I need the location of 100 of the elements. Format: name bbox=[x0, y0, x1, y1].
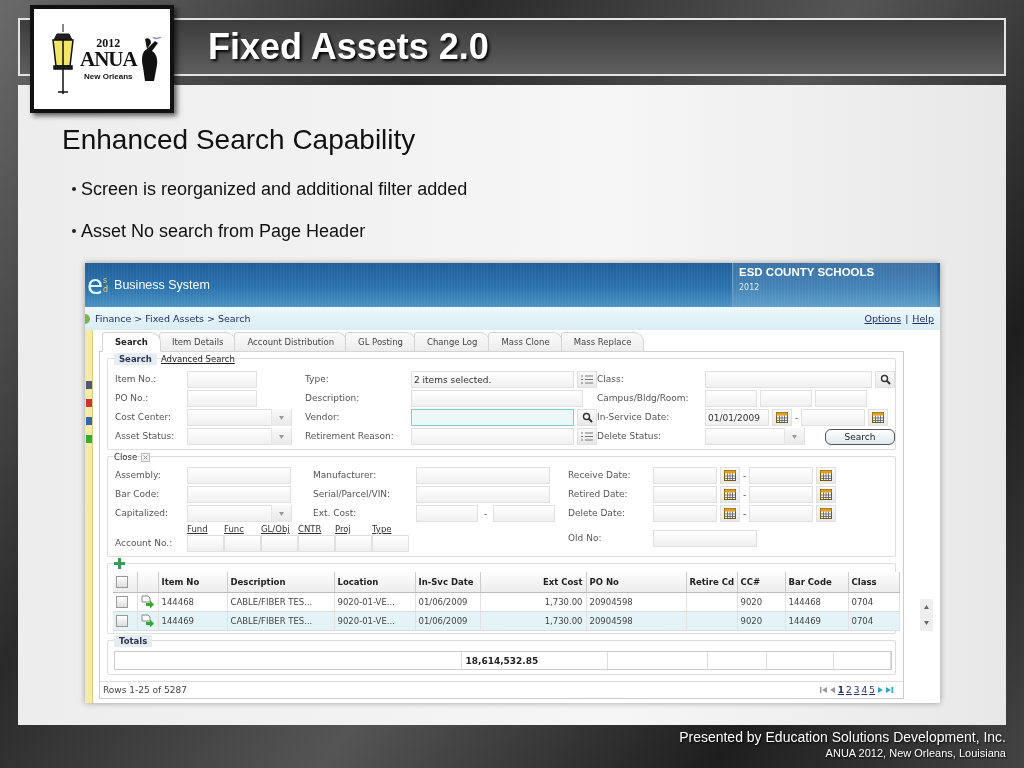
segment-field[interactable] bbox=[335, 535, 372, 552]
lookup-button[interactable] bbox=[577, 409, 597, 426]
text-field[interactable] bbox=[187, 371, 257, 388]
search-icon[interactable] bbox=[581, 412, 593, 423]
date-field[interactable]: 01/01/2009 bbox=[705, 409, 769, 426]
table-row[interactable]: 144469 CABLE/FIBER TES... 9020-01-VE... 01/06/2009 1,730.00 20904598 9020 144469 0704 bbox=[113, 611, 899, 631]
segment-link[interactable]: Func bbox=[224, 524, 261, 535]
list-icon[interactable] bbox=[581, 432, 593, 441]
column-header[interactable]: Description bbox=[227, 572, 334, 593]
page-link[interactable]: 5 bbox=[869, 685, 875, 695]
calendar-button[interactable] bbox=[772, 409, 792, 426]
segment-field[interactable] bbox=[298, 535, 335, 552]
calendar-icon[interactable] bbox=[776, 412, 788, 423]
column-header[interactable]: Item No bbox=[158, 572, 227, 593]
date-field[interactable] bbox=[801, 409, 866, 426]
column-header[interactable]: Class bbox=[848, 572, 899, 593]
calendar-button[interactable] bbox=[816, 467, 837, 484]
dropdown[interactable] bbox=[187, 409, 292, 426]
calendar-icon[interactable] bbox=[820, 508, 833, 519]
section-tab[interactable]: Search bbox=[114, 353, 157, 365]
close-link[interactable]: Close bbox=[114, 451, 138, 463]
date-field[interactable] bbox=[749, 486, 814, 503]
list-icon[interactable] bbox=[581, 375, 593, 384]
add-icon[interactable] bbox=[114, 558, 125, 569]
segment-field[interactable] bbox=[187, 535, 224, 552]
campus-field[interactable] bbox=[705, 390, 757, 407]
lookup-field[interactable] bbox=[705, 371, 872, 388]
tab[interactable]: Item Details bbox=[158, 332, 237, 352]
column-header[interactable]: In-Svc Date bbox=[415, 572, 480, 593]
column-header[interactable]: Retire Cd bbox=[686, 572, 737, 593]
help-link[interactable]: Help bbox=[912, 313, 934, 324]
room-field[interactable] bbox=[815, 390, 867, 407]
scroll-up-icon[interactable] bbox=[923, 604, 930, 610]
advanced-search-link[interactable]: Advanced Search bbox=[160, 354, 235, 364]
calendar-button[interactable] bbox=[720, 505, 740, 522]
tab[interactable]: Mass Clone bbox=[488, 332, 563, 352]
triangle-icon[interactable] bbox=[278, 414, 285, 421]
page-link[interactable]: 2 bbox=[846, 685, 852, 695]
lookup-button[interactable] bbox=[875, 371, 895, 388]
close-icon[interactable] bbox=[141, 452, 151, 462]
scroll-down-icon[interactable] bbox=[923, 620, 930, 626]
lookup-field[interactable] bbox=[411, 409, 574, 426]
checkbox[interactable] bbox=[116, 576, 128, 588]
date-field[interactable] bbox=[653, 505, 717, 522]
tab[interactable]: Account Distribution bbox=[234, 332, 348, 352]
list-button[interactable] bbox=[577, 428, 597, 445]
checkbox[interactable] bbox=[116, 615, 128, 627]
previous-page-icon[interactable] bbox=[828, 687, 836, 693]
multi-select-field[interactable]: 2 items selected. bbox=[411, 371, 574, 388]
calendar-button[interactable] bbox=[720, 486, 740, 503]
open-record-icon[interactable] bbox=[140, 613, 155, 627]
column-header[interactable]: Location bbox=[334, 572, 415, 593]
last-page-icon[interactable] bbox=[886, 687, 893, 693]
page-link[interactable]: 1 bbox=[837, 685, 845, 695]
segment-link[interactable]: Fund bbox=[187, 524, 224, 535]
tab[interactable]: GL Posting bbox=[345, 332, 416, 352]
text-field[interactable] bbox=[187, 486, 291, 503]
calendar-button[interactable] bbox=[816, 486, 837, 503]
text-field[interactable] bbox=[653, 529, 757, 547]
options-link[interactable]: Options bbox=[864, 313, 902, 324]
calendar-button[interactable] bbox=[720, 467, 740, 484]
date-field[interactable] bbox=[653, 486, 717, 503]
date-field[interactable] bbox=[749, 467, 814, 484]
page-link[interactable]: 4 bbox=[861, 685, 868, 695]
list-button[interactable] bbox=[577, 371, 597, 388]
segment-link[interactable]: Type bbox=[372, 524, 409, 535]
date-field[interactable] bbox=[653, 467, 717, 484]
multi-select-field[interactable] bbox=[411, 428, 574, 445]
column-header[interactable]: Ext Cost bbox=[480, 572, 586, 593]
tab[interactable]: Mass Replace bbox=[560, 332, 645, 352]
segment-field[interactable] bbox=[372, 535, 409, 552]
search-button[interactable]: Search bbox=[825, 428, 895, 445]
calendar-icon[interactable] bbox=[724, 470, 736, 481]
tab[interactable]: Search bbox=[102, 332, 161, 352]
column-header[interactable]: CC# bbox=[737, 572, 785, 593]
dropdown[interactable] bbox=[187, 428, 292, 445]
calendar-icon[interactable] bbox=[872, 412, 885, 423]
calendar-icon[interactable] bbox=[820, 470, 833, 481]
segment-link[interactable]: CNTR bbox=[298, 524, 335, 535]
building-field[interactable] bbox=[760, 390, 812, 407]
text-field[interactable] bbox=[411, 390, 583, 407]
calendar-icon[interactable] bbox=[724, 489, 736, 500]
column-header[interactable]: PO No bbox=[586, 572, 686, 593]
text-field[interactable] bbox=[187, 467, 291, 484]
caret-icon[interactable] bbox=[271, 409, 291, 426]
segment-field[interactable] bbox=[224, 535, 261, 552]
text-field[interactable] bbox=[416, 486, 550, 503]
max-field[interactable] bbox=[493, 505, 556, 522]
triangle-icon[interactable] bbox=[278, 433, 285, 440]
date-field[interactable] bbox=[749, 505, 814, 522]
triangle-icon[interactable] bbox=[278, 510, 285, 517]
table-row[interactable]: 144468 CABLE/FIBER TES... 9020-01-VE... 01/06/2009 1,730.00 20904598 9020 144468 0704 bbox=[113, 592, 899, 612]
caret-icon[interactable] bbox=[271, 428, 291, 445]
checkbox[interactable] bbox=[116, 596, 128, 608]
search-icon[interactable] bbox=[879, 374, 891, 385]
calendar-button[interactable] bbox=[816, 505, 837, 522]
text-field[interactable] bbox=[416, 467, 550, 484]
min-field[interactable] bbox=[416, 505, 478, 522]
calendar-icon[interactable] bbox=[724, 508, 736, 519]
text-field[interactable] bbox=[187, 390, 257, 407]
